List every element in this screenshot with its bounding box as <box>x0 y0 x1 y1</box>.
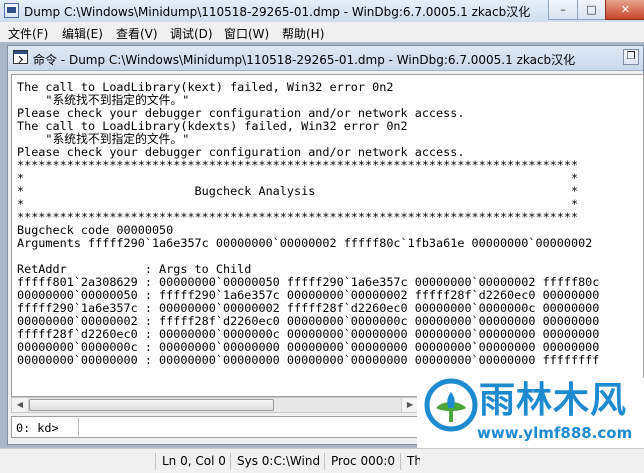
menu-bar: 文件(F) 编辑(E) 查看(V) 调试(D) 窗口(W) 帮助(H) <box>0 22 644 43</box>
console-icon <box>13 50 28 64</box>
scrollbar-thumb[interactable] <box>29 399 274 411</box>
ylmf-logo-icon <box>424 378 478 432</box>
watermark-title: 雨林木风 <box>479 380 628 421</box>
maximize-button[interactable]: □ <box>577 0 606 20</box>
kd-prompt: 0: kd> <box>16 421 59 435</box>
menu-view[interactable]: 查看(V) <box>116 25 158 42</box>
status-thread: Th <box>400 453 420 470</box>
scroll-right-arrow-icon[interactable]: ▶ <box>401 398 418 412</box>
close-button[interactable]: ✕ <box>605 0 644 20</box>
status-bar: Ln 0, Col 0 Sys 0:C:\Wind Proc 000:0 Th <box>0 448 644 473</box>
output-line: Arguments fffff290`1a6e357c 00000000`000… <box>17 236 593 250</box>
menu-file[interactable]: 文件(F) <box>8 25 48 42</box>
status-system: Sys 0:C:\Wind <box>230 453 323 470</box>
output-line: 00000000`00000000 : 00000000`00000000 00… <box>17 353 600 367</box>
minimize-button[interactable]: – <box>548 0 578 20</box>
window-title-bar[interactable]: Dump C:\Windows\Minidump\110518-29265-01… <box>0 0 644 23</box>
command-window-title-bar[interactable]: 命令 - Dump C:\Windows\Minidump\110518-292… <box>8 46 643 71</box>
horizontal-scrollbar[interactable]: ◀ ▶ <box>11 397 419 413</box>
output-lines: The call to LoadLibrary(kext) failed, Wi… <box>17 81 599 367</box>
windbg-app-icon <box>4 3 19 18</box>
status-process: Proc 000:0 <box>324 453 399 470</box>
menu-window[interactable]: 窗口(W) <box>224 25 269 42</box>
menu-debug[interactable]: 调试(D) <box>170 25 213 42</box>
command-input[interactable] <box>78 418 423 436</box>
status-line-col: Ln 0, Col 0 <box>155 453 229 470</box>
watermark-url: www.ylmf888.com <box>477 424 633 442</box>
menu-help[interactable]: 帮助(H) <box>282 25 324 42</box>
restore-button[interactable]: ❐ <box>623 49 639 65</box>
command-window-title: 命令 - Dump C:\Windows\Minidump\110518-292… <box>33 53 576 67</box>
command-row: 0: kd> <box>11 416 423 438</box>
menu-edit[interactable]: 编辑(E) <box>62 25 103 42</box>
debugger-output[interactable]: The call to LoadLibrary(kext) failed, Wi… <box>11 74 644 397</box>
scroll-left-arrow-icon[interactable]: ◀ <box>12 398 29 412</box>
site-watermark: 雨林木风 www.ylmf888.com <box>417 378 644 451</box>
window-title: Dump C:\Windows\Minidump\110518-29265-01… <box>24 5 531 19</box>
